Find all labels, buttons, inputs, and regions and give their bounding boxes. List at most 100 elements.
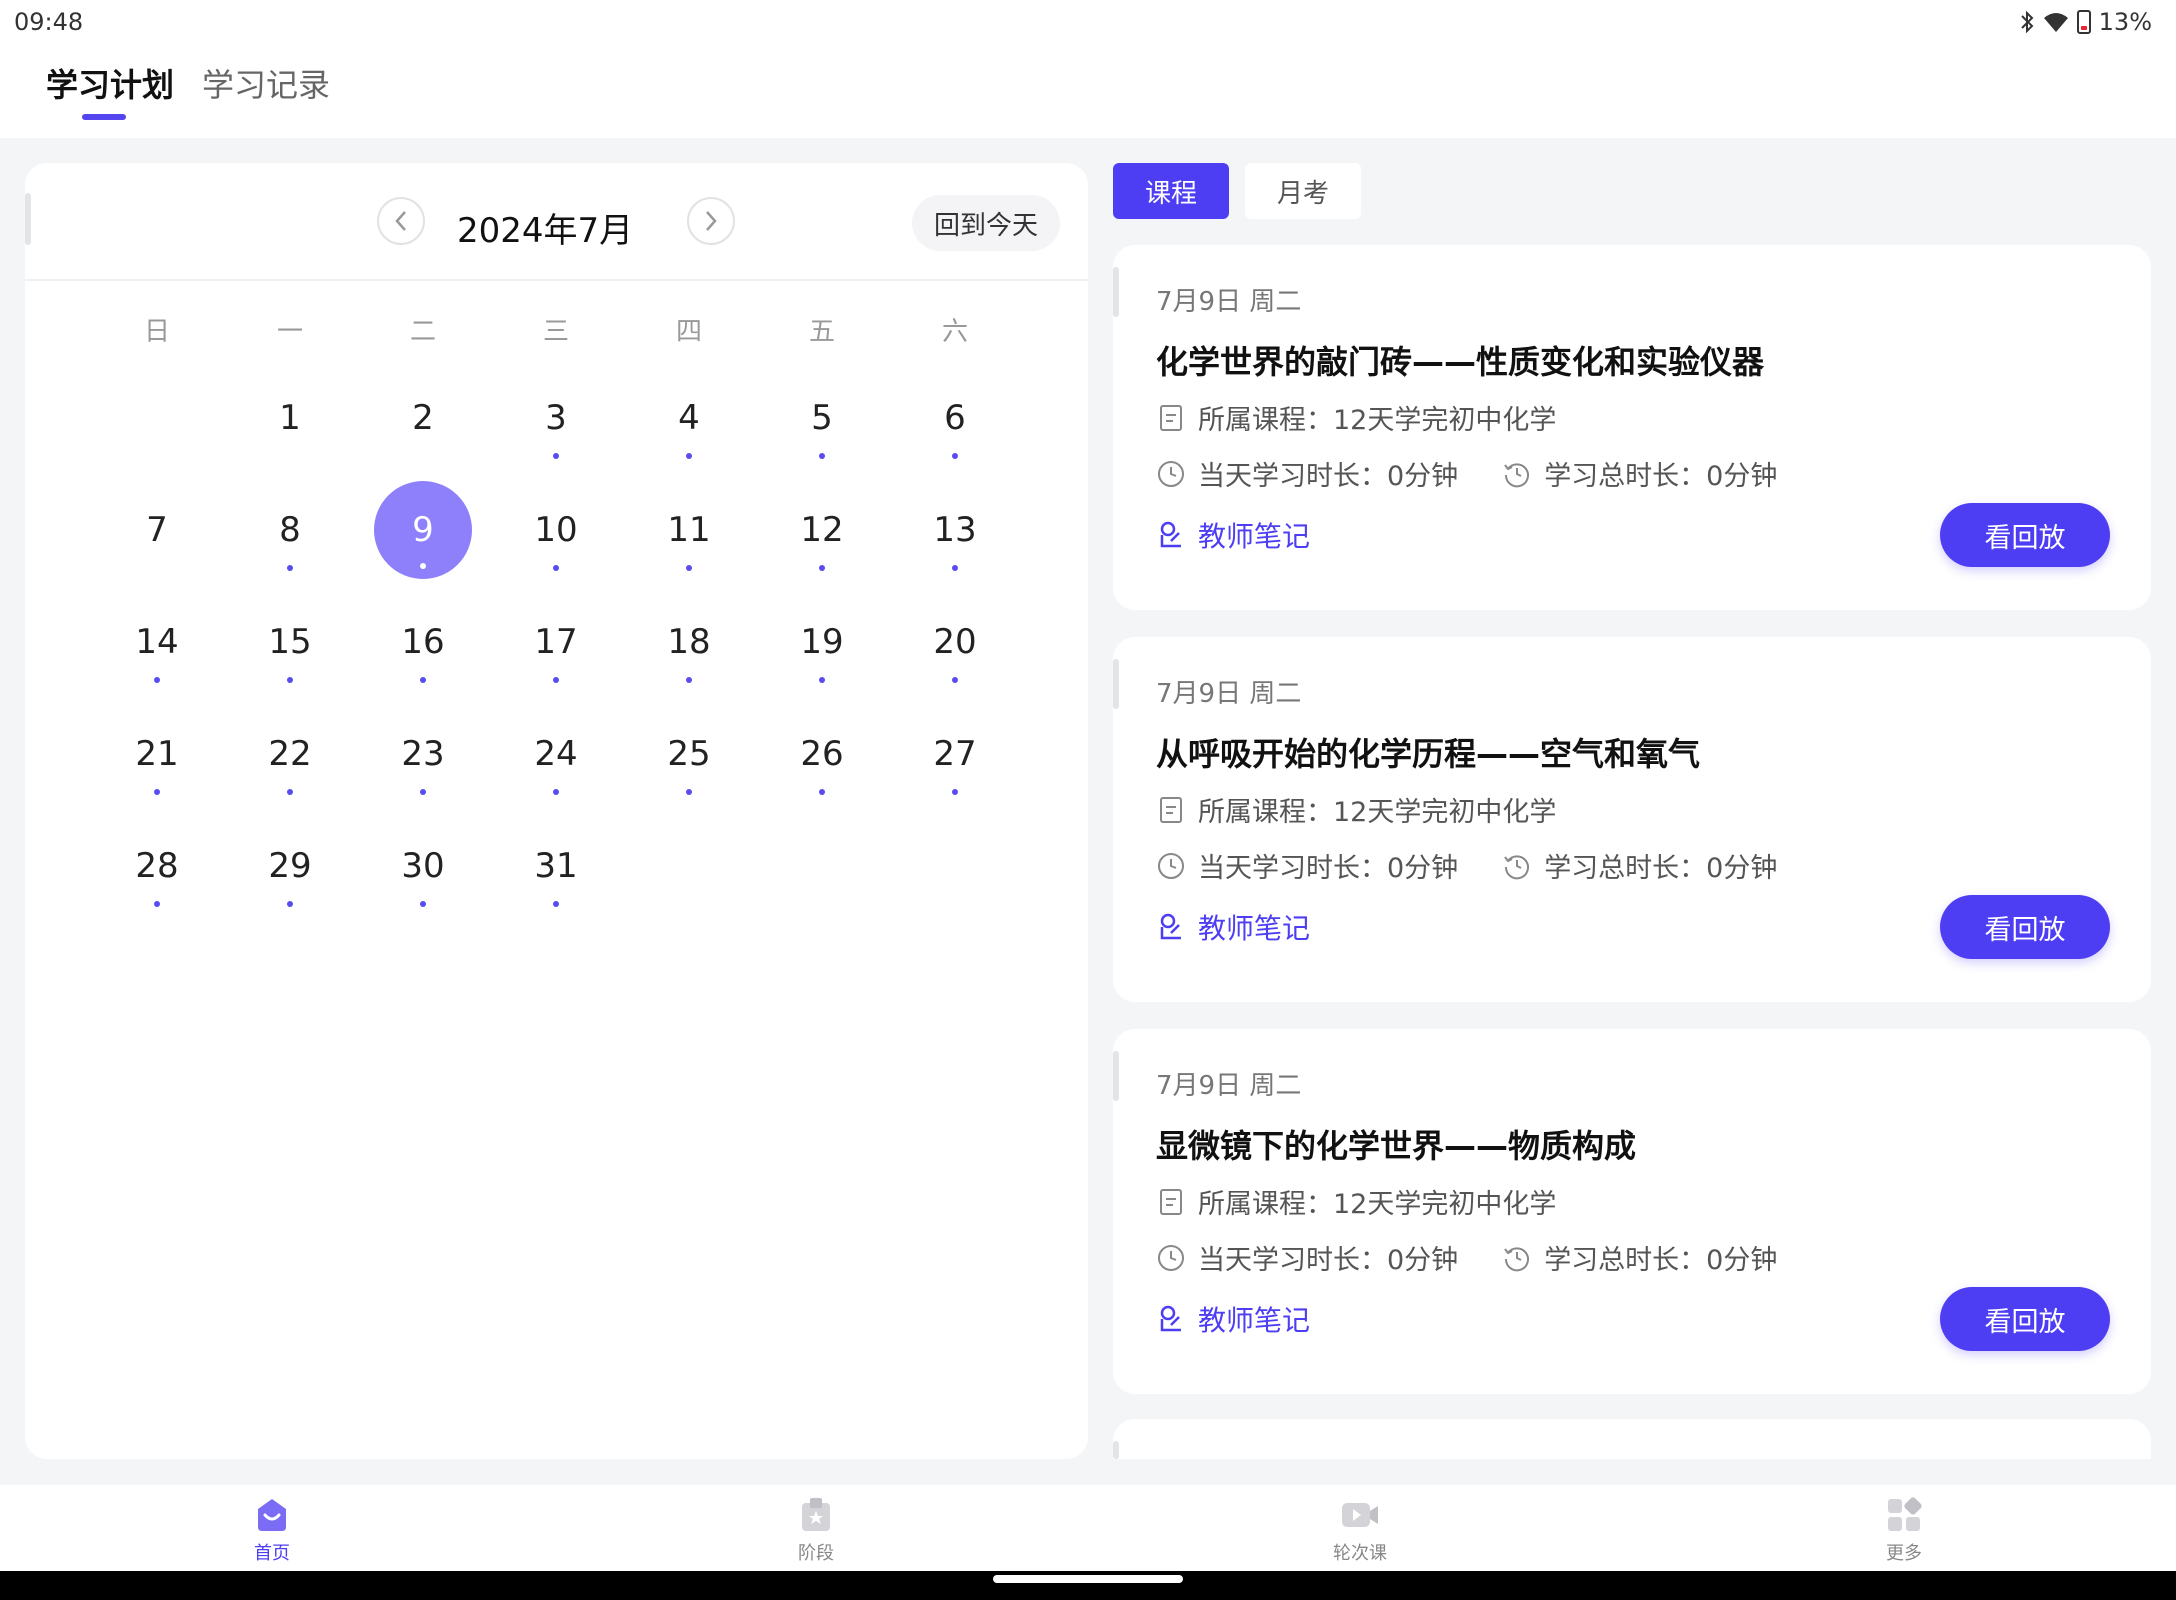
calendar-day-4[interactable]: 4 — [640, 369, 738, 467]
calendar-day-27[interactable]: 27 — [906, 705, 1004, 803]
calendar-day-number: 2 — [412, 398, 434, 438]
calendar-day-11[interactable]: 11 — [640, 481, 738, 579]
calendar-day-24[interactable]: 24 — [507, 705, 605, 803]
teacher-notes-label: 教师笔记 — [1198, 1304, 1311, 1337]
tab-courses[interactable]: 课程 — [1113, 163, 1229, 219]
calendar-day-number: 13 — [933, 510, 977, 550]
next-month-button[interactable] — [687, 197, 735, 245]
schedule-dot — [420, 677, 426, 683]
calendar-day-number: 29 — [268, 846, 312, 886]
schedule-dot — [420, 789, 426, 795]
calendar-day-number: 6 — [944, 398, 966, 438]
wifi-icon — [2043, 13, 2068, 32]
calendar-day-3[interactable]: 3 — [507, 369, 605, 467]
status-time: 09:48 — [14, 8, 84, 36]
clock-icon — [1156, 1243, 1186, 1273]
calendar-day-19[interactable]: 19 — [773, 593, 871, 691]
calendar-day-number: 31 — [534, 846, 578, 886]
replay-button[interactable]: 看回放 — [1940, 895, 2110, 959]
schedule-dot — [686, 789, 692, 795]
weekday-thu: 四 — [675, 317, 702, 347]
calendar-day-number: 17 — [534, 622, 578, 662]
calendar-day-28[interactable]: 28 — [108, 817, 206, 915]
nav-rounds[interactable]: 轮次课 — [1300, 1495, 1420, 1565]
tab-monthly-exam[interactable]: 月考 — [1245, 163, 1361, 219]
replay-button[interactable]: 看回放 — [1940, 1287, 2110, 1351]
total-duration: 学习总时长：0分钟 — [1544, 853, 1778, 884]
calendar-day-22[interactable]: 22 — [241, 705, 339, 803]
course-belong-row: 所属课程：12天学完初中化学 — [1156, 1182, 1556, 1221]
course-date: 7月9日 周二 — [1156, 1071, 1302, 1101]
today-duration: 当天学习时长：0分钟 — [1198, 1245, 1459, 1276]
calendar-day-23[interactable]: 23 — [374, 705, 472, 803]
nav-home[interactable]: 首页 — [212, 1495, 332, 1565]
calendar-day-number: 27 — [933, 734, 977, 774]
calendar-day-7[interactable]: 7 — [108, 481, 206, 579]
nav-more[interactable]: 更多 — [1844, 1495, 1964, 1565]
calendar-day-number: 22 — [268, 734, 312, 774]
chevron-left-icon — [395, 211, 406, 231]
card-left-accent — [1113, 1051, 1119, 1101]
calendar-day-30[interactable]: 30 — [374, 817, 472, 915]
teacher-notes-link[interactable]: 教师笔记 — [1156, 1299, 1310, 1339]
calendar-day-29[interactable]: 29 — [241, 817, 339, 915]
back-to-today-button[interactable]: 回到今天 — [912, 195, 1061, 251]
notes-icon — [1156, 1304, 1186, 1334]
nav-stage-label: 阶段 — [798, 1543, 834, 1564]
calendar-day-5[interactable]: 5 — [773, 369, 871, 467]
calendar-day-15[interactable]: 15 — [241, 593, 339, 691]
calendar-day-13[interactable]: 13 — [906, 481, 1004, 579]
calendar-day-12[interactable]: 12 — [773, 481, 871, 579]
home-indicator[interactable] — [993, 1575, 1183, 1583]
calendar-day-14[interactable]: 14 — [108, 593, 206, 691]
schedule-dot — [287, 565, 293, 571]
battery-percent: 13% — [2098, 8, 2152, 36]
calendar-day-8[interactable]: 8 — [241, 481, 339, 579]
tab-study-plan[interactable]: 学习计划 — [46, 60, 174, 106]
course-card[interactable]: 7月9日 周二 显微镜下的化学世界——物质构成 所属课程：12天学完初中化学 当… — [1113, 1029, 2151, 1394]
calendar-day-21[interactable]: 21 — [108, 705, 206, 803]
calendar-day-31[interactable]: 31 — [507, 817, 605, 915]
course-card[interactable]: 7月9日 周二 从呼吸开始的化学历程——空气和氧气 所属课程：12天学完初中化学… — [1113, 637, 2151, 1002]
calendar-day-26[interactable]: 26 — [773, 705, 871, 803]
teacher-notes-link[interactable]: 教师笔记 — [1156, 515, 1310, 555]
schedule-dot — [819, 677, 825, 683]
calendar-day-18[interactable]: 18 — [640, 593, 738, 691]
weekday-sat: 六 — [941, 317, 968, 347]
schedule-dot — [553, 677, 559, 683]
nav-stage[interactable]: 阶段 — [756, 1495, 876, 1565]
calendar-day-25[interactable]: 25 — [640, 705, 738, 803]
calendar-day-1[interactable]: 1 — [241, 369, 339, 467]
card-left-accent — [1113, 659, 1119, 709]
teacher-notes-link[interactable]: 教师笔记 — [1156, 907, 1310, 947]
replay-button[interactable]: 看回放 — [1940, 503, 2110, 567]
card-left-accent — [1113, 267, 1119, 317]
calendar-day-20[interactable]: 20 — [906, 593, 1004, 691]
document-icon — [1156, 1187, 1186, 1217]
course-card-partial — [1113, 1419, 2151, 1459]
bottom-nav: 首页 阶段 轮次课 更多 — [0, 1485, 2176, 1571]
course-duration-row: 当天学习时长：0分钟 学习总时长：0分钟 — [1156, 454, 1777, 493]
course-card[interactable]: 7月9日 周二 化学世界的敲门砖——性质变化和实验仪器 所属课程：12天学完初中… — [1113, 245, 2151, 610]
schedule-dot — [952, 453, 958, 459]
calendar-day-number: 16 — [401, 622, 445, 662]
calendar-day-6[interactable]: 6 — [906, 369, 1004, 467]
schedule-dot — [952, 677, 958, 683]
calendar-day-number: 11 — [667, 510, 711, 550]
schedule-dot — [154, 677, 160, 683]
tab-study-record[interactable]: 学习记录 — [202, 60, 330, 106]
weekday-tue: 二 — [409, 317, 436, 347]
calendar-day-2[interactable]: 2 — [374, 369, 472, 467]
course-belong-row: 所属课程：12天学完初中化学 — [1156, 398, 1556, 437]
calendar-day-10[interactable]: 10 — [507, 481, 605, 579]
prev-month-button[interactable] — [377, 197, 425, 245]
calendar-day-9[interactable]: 9 — [374, 481, 472, 579]
total-duration: 学习总时长：0分钟 — [1544, 461, 1778, 492]
calendar-day-number: 7 — [146, 510, 168, 550]
course-title: 从呼吸开始的化学历程——空气和氧气 — [1156, 735, 1701, 773]
course-title: 化学世界的敲门砖——性质变化和实验仪器 — [1156, 343, 1765, 381]
calendar-day-17[interactable]: 17 — [507, 593, 605, 691]
calendar-day-16[interactable]: 16 — [374, 593, 472, 691]
course-title: 显微镜下的化学世界——物质构成 — [1156, 1127, 1637, 1165]
weekday-wed: 三 — [542, 317, 569, 347]
